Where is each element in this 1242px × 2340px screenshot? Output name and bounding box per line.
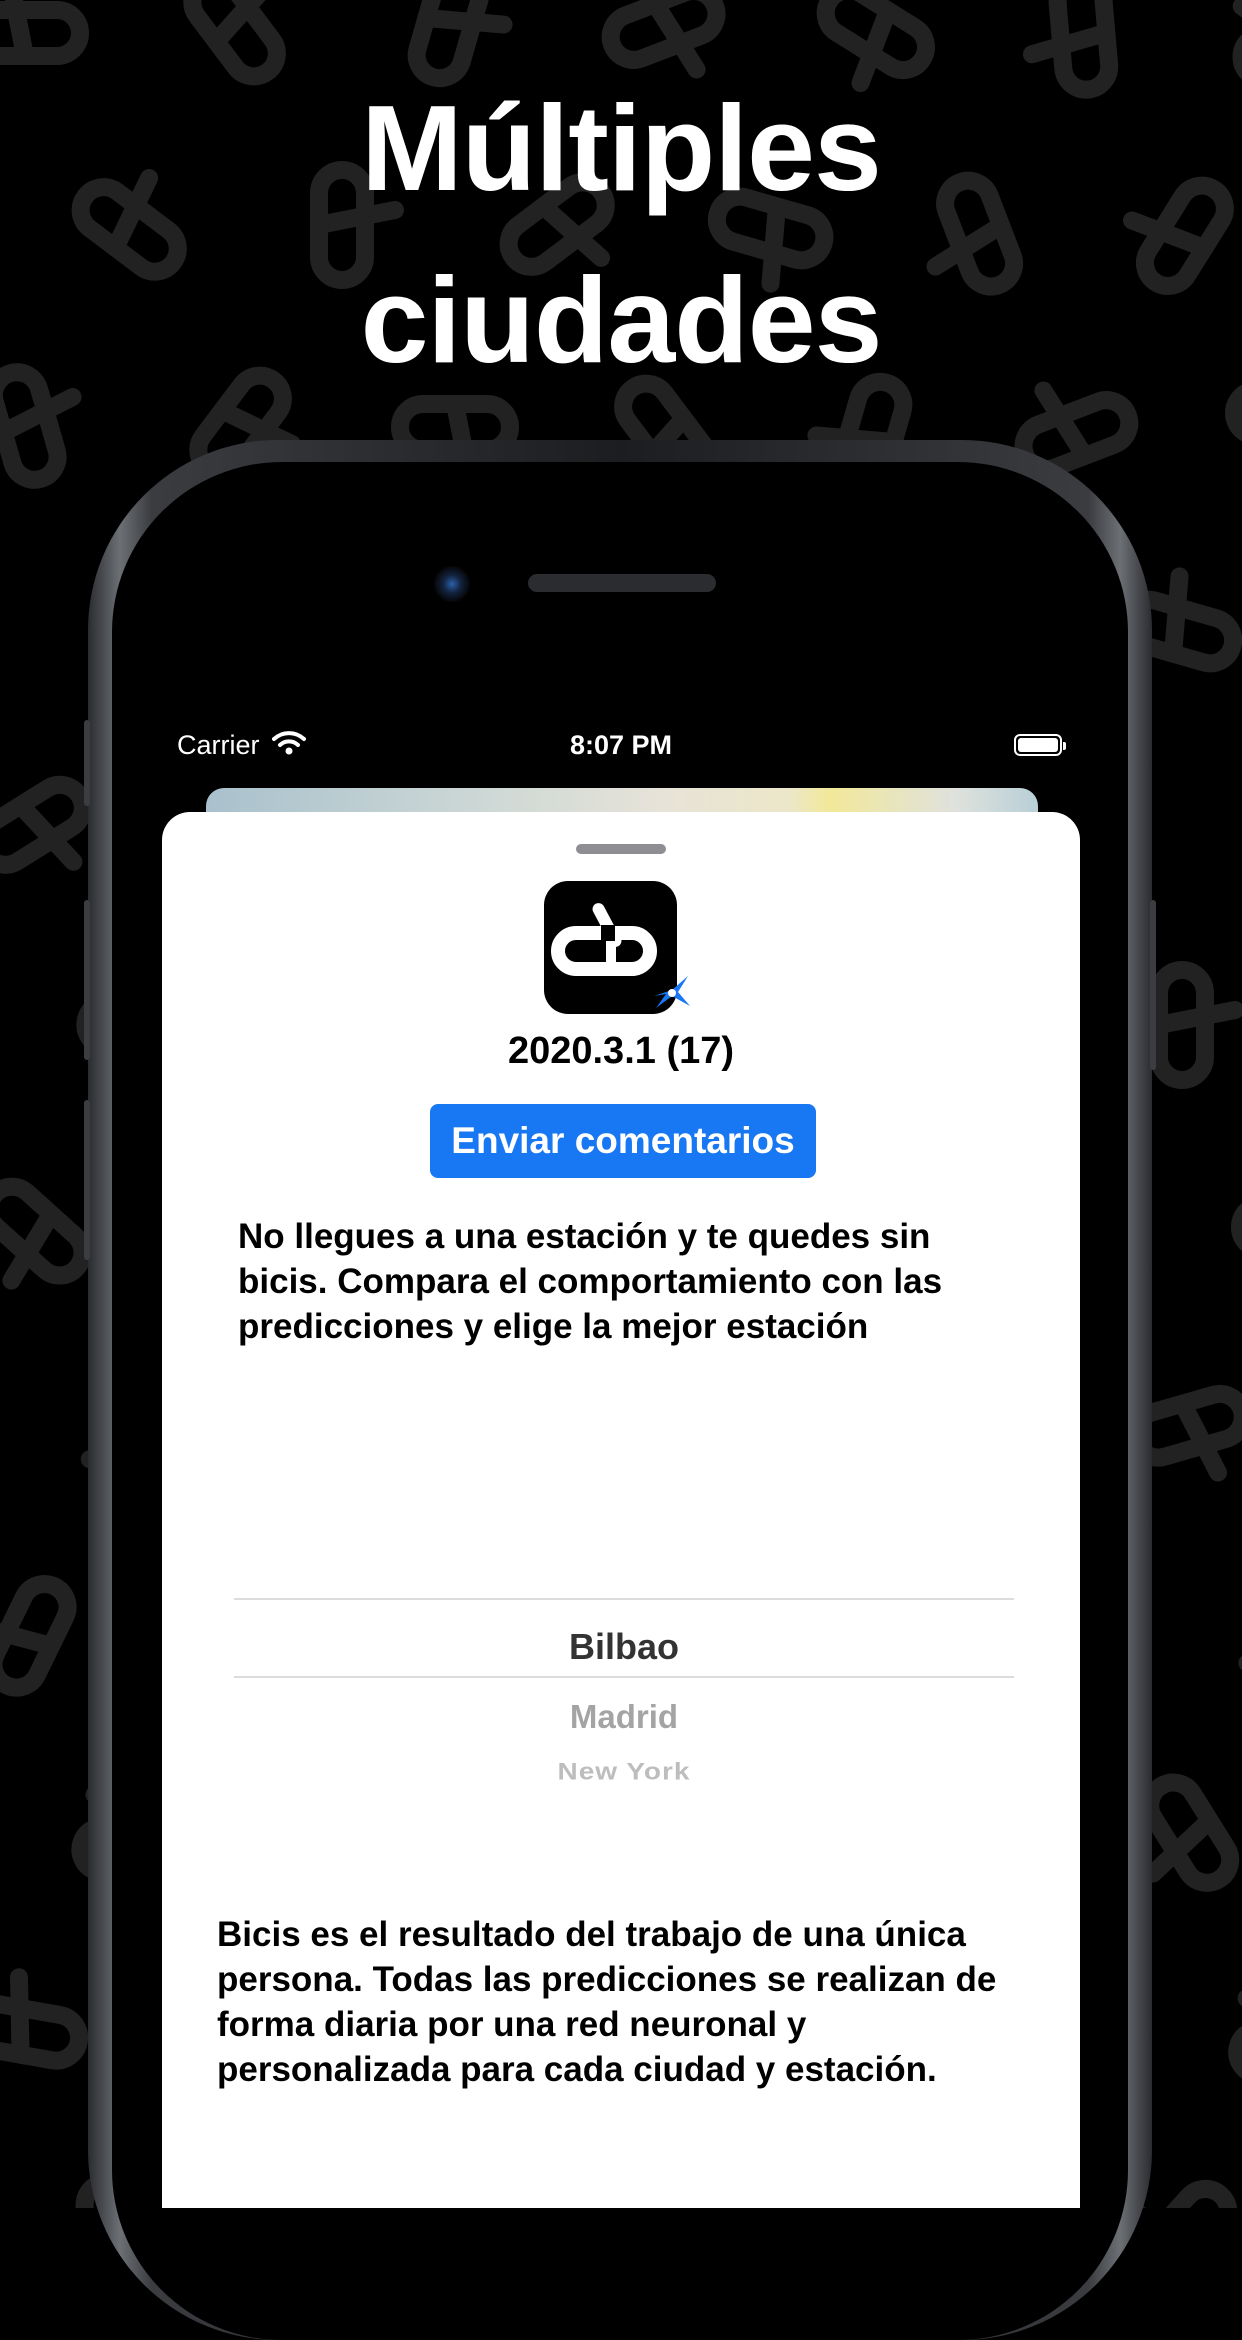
send-feedback-button[interactable]: Enviar comentarios bbox=[430, 1104, 816, 1178]
front-camera-icon bbox=[434, 566, 470, 602]
volume-down-button bbox=[84, 1100, 90, 1260]
headline-line-1: Múltiples bbox=[0, 62, 1242, 234]
about-text: Bicis es el resultado del trabajo de una… bbox=[217, 1912, 1037, 2092]
power-button bbox=[1150, 900, 1156, 1070]
app-version: 2020.3.1 (17) bbox=[162, 1030, 1080, 1073]
headline: Múltiples ciudades bbox=[0, 62, 1242, 406]
picker-option-bilbao[interactable]: Bilbao bbox=[234, 1626, 1014, 1668]
testflight-propeller-icon bbox=[650, 972, 694, 1012]
volume-up-button bbox=[84, 900, 90, 1060]
sheet-grabber[interactable] bbox=[576, 844, 666, 854]
city-picker[interactable]: Bilbao Madrid New York bbox=[234, 1598, 1014, 1818]
battery-icon bbox=[1014, 734, 1062, 756]
picker-option-madrid[interactable]: Madrid bbox=[234, 1698, 1014, 1736]
silent-switch bbox=[84, 720, 90, 806]
picker-option-new-york[interactable]: New York bbox=[234, 1758, 1014, 1785]
info-sheet: 2020.3.1 (17) Enviar comentarios No lleg… bbox=[162, 812, 1080, 2208]
picker-selection-bottom-line bbox=[234, 1676, 1014, 1678]
earpiece-speaker bbox=[528, 574, 716, 592]
picker-selection-top-line bbox=[234, 1598, 1014, 1600]
phone-screen: Carrier 8:07 PM 2020.3.1 (17) Enviar bbox=[160, 718, 1082, 2208]
headline-line-2: ciudades bbox=[0, 234, 1242, 406]
app-description: No llegues a una estación y te quedes si… bbox=[238, 1214, 1018, 1349]
status-time: 8:07 PM bbox=[160, 730, 1082, 761]
status-bar: Carrier 8:07 PM bbox=[160, 718, 1082, 774]
